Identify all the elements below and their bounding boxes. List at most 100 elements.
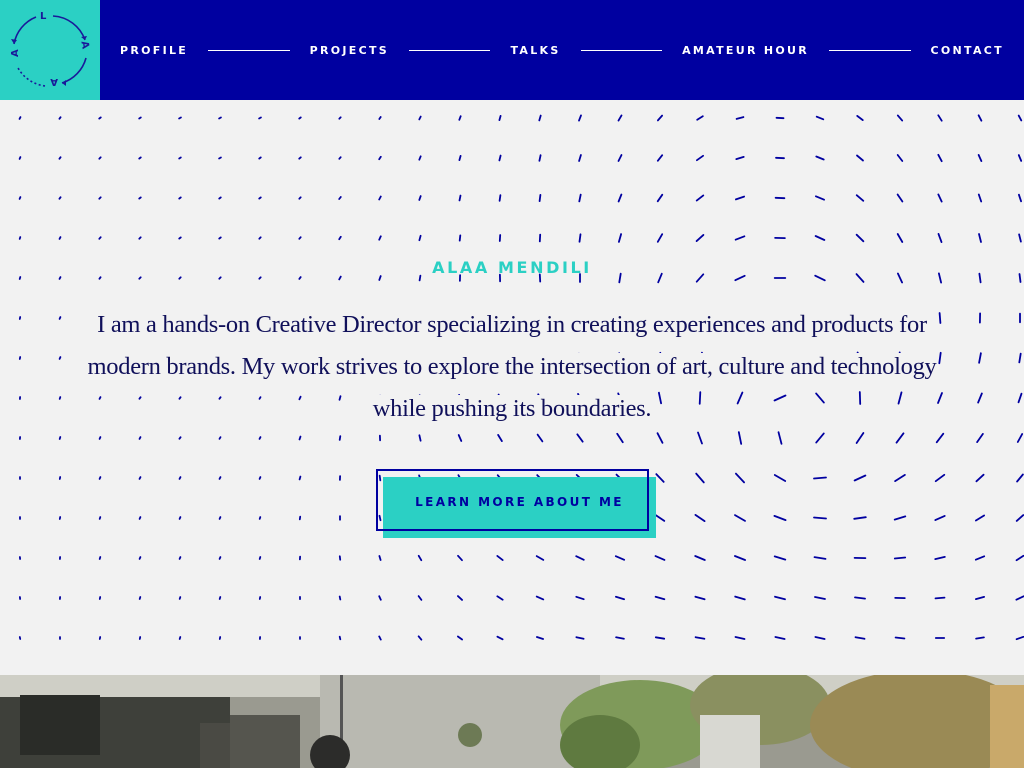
pattern-dash xyxy=(734,595,746,601)
pattern-dash xyxy=(735,472,745,484)
pattern-dash xyxy=(218,156,222,160)
pattern-dash xyxy=(458,115,462,121)
pattern-dash xyxy=(1015,514,1024,522)
pattern-dash xyxy=(58,356,62,360)
pattern-dash xyxy=(218,516,222,520)
pattern-dash xyxy=(58,236,62,240)
pattern-dash xyxy=(378,555,382,561)
logo-link[interactable]: L A A A xyxy=(0,0,100,100)
pattern-dash xyxy=(734,235,746,241)
pattern-dash xyxy=(697,431,703,445)
pattern-dash xyxy=(896,114,904,122)
pattern-dash xyxy=(773,474,787,482)
pattern-dash xyxy=(458,155,462,161)
learn-more-button[interactable] xyxy=(376,469,649,531)
pattern-dash xyxy=(138,556,142,560)
nav-divider xyxy=(409,49,491,51)
pattern-dash xyxy=(815,115,825,121)
pattern-dash xyxy=(1015,635,1024,641)
pattern-dash xyxy=(138,196,142,200)
pattern-dash xyxy=(456,635,464,641)
pattern-dash xyxy=(578,233,582,243)
pattern-dash xyxy=(497,433,503,443)
pattern-dash xyxy=(894,473,906,483)
pattern-dash xyxy=(695,194,705,202)
pattern-dash xyxy=(1018,352,1022,364)
pattern-dash xyxy=(575,636,585,640)
pattern-dash xyxy=(258,156,262,160)
pattern-dash xyxy=(654,636,666,640)
pattern-dash xyxy=(178,116,182,120)
pattern-dash xyxy=(418,234,422,242)
pattern-dash xyxy=(98,236,102,240)
pattern-dash xyxy=(458,194,462,202)
pattern-dash xyxy=(975,595,985,601)
pattern-dash xyxy=(1016,433,1024,443)
pattern-dash xyxy=(815,155,825,161)
learn-more-button-wrap: LEARN MORE ABOUT ME xyxy=(376,469,658,539)
pattern-dash xyxy=(338,235,342,241)
pattern-dash xyxy=(937,193,943,203)
pattern-dash xyxy=(378,155,382,161)
pattern-dash xyxy=(656,193,664,203)
pattern-dash xyxy=(538,114,542,122)
pattern-dash xyxy=(854,636,866,640)
nav-contact[interactable]: CONTACT xyxy=(931,44,1004,57)
pattern-dash xyxy=(893,515,907,521)
svg-text:L: L xyxy=(40,11,47,22)
pattern-dash xyxy=(815,432,825,444)
pattern-dash xyxy=(218,596,222,600)
pattern-dash xyxy=(895,432,905,444)
pattern-dash xyxy=(58,396,62,400)
pattern-dash xyxy=(218,116,222,120)
pattern-dash xyxy=(695,233,705,243)
pattern-dash xyxy=(18,236,22,240)
pattern-dash xyxy=(935,432,945,444)
pattern-dash xyxy=(178,556,182,560)
pattern-dash xyxy=(656,233,664,243)
pattern-dash xyxy=(615,636,625,640)
pattern-dash xyxy=(218,236,222,240)
pattern-dash xyxy=(578,114,582,122)
pattern-dash xyxy=(338,196,342,200)
pattern-dash xyxy=(774,595,786,601)
pattern-dash xyxy=(338,116,342,120)
pattern-dash xyxy=(654,595,666,601)
pattern-dash xyxy=(457,554,463,562)
pattern-dash xyxy=(694,555,706,561)
pattern-dash xyxy=(657,114,663,122)
pattern-dash xyxy=(258,116,262,120)
pattern-dash xyxy=(616,432,624,444)
pattern-dash xyxy=(734,555,746,561)
pattern-dash xyxy=(976,432,984,444)
pattern-dash xyxy=(894,636,906,640)
pattern-dash xyxy=(814,235,826,241)
pattern-dash xyxy=(258,516,262,520)
pattern-dash xyxy=(98,476,102,480)
pattern-dash xyxy=(138,516,142,520)
pattern-dash xyxy=(934,514,946,522)
hero-intro-paragraph: I am a hands-on Creative Director specia… xyxy=(87,311,937,422)
pattern-dash xyxy=(98,196,102,200)
nav-talks[interactable]: TALKS xyxy=(510,44,560,57)
pattern-dash xyxy=(58,436,62,440)
pattern-dash xyxy=(773,555,787,561)
nav-amateur-hour[interactable]: AMATEUR HOUR xyxy=(682,44,809,57)
pattern-dash xyxy=(853,516,867,520)
pattern-dash xyxy=(178,596,182,600)
pattern-dash xyxy=(258,436,262,440)
pattern-dash xyxy=(258,236,262,240)
nav-profile[interactable]: PROFILE xyxy=(120,44,188,57)
pattern-dash xyxy=(975,514,985,522)
pattern-dash xyxy=(58,116,62,120)
pattern-dash xyxy=(978,352,982,364)
pattern-dash xyxy=(1018,193,1022,203)
svg-text:A: A xyxy=(78,40,90,50)
pattern-dash xyxy=(498,154,502,162)
pattern-dash xyxy=(975,636,985,640)
pattern-dash xyxy=(695,472,705,484)
pattern-dash xyxy=(855,194,865,202)
nav-projects[interactable]: PROJECTS xyxy=(310,44,389,57)
pattern-dash xyxy=(853,474,867,482)
pattern-dash xyxy=(814,596,826,600)
